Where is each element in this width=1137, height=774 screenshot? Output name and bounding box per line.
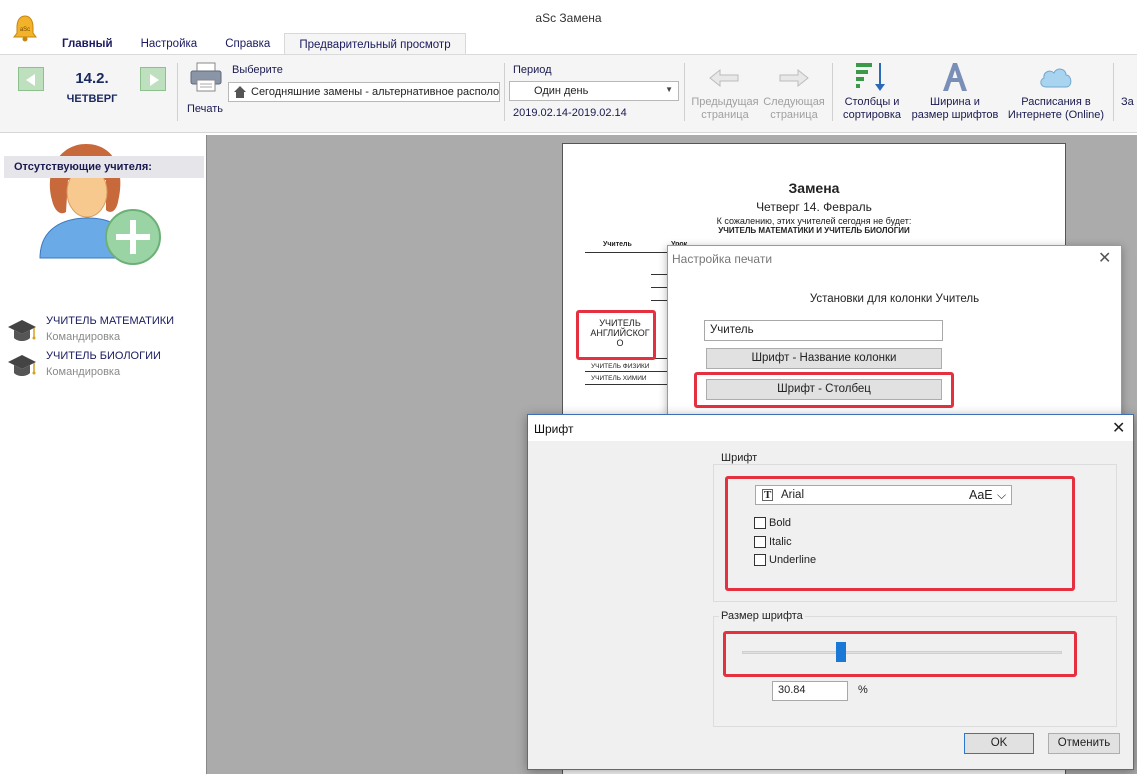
next-page-label-1: Следующая: [763, 96, 825, 108]
font-size-group-label: Размер шрифта: [719, 610, 805, 622]
highlight-size-slider: [723, 631, 1077, 677]
absence-reason: Командировка: [46, 331, 121, 343]
columns-sort-icon: [856, 63, 885, 91]
column-settings-header: Установки для колонки Учитель: [809, 293, 980, 305]
page-absent-list: УЧИТЕЛЬ МАТЕМАТИКИ И УЧИТЕЛЬ БИОЛОГИИ: [718, 226, 910, 235]
page-date: Четверг 14. Февраль: [756, 200, 872, 214]
prev-day-button[interactable]: [18, 67, 44, 91]
page-title: Замена: [788, 180, 840, 196]
online-timetables-button[interactable]: Расписания в Интернете (Online): [1004, 59, 1108, 125]
ribbon: 14.2. ЧЕТВЕРГ Печать Выберите Сегодняшни…: [0, 55, 1137, 133]
page-row-teacher: УЧИТЕЛЬ ХИМИИ: [591, 375, 647, 382]
ribbon-separator: [832, 63, 833, 121]
ok-button[interactable]: OK: [964, 733, 1034, 754]
font-dialog-titlebar: Шрифт ✕: [528, 415, 1133, 441]
current-weekday: ЧЕТВЕРГ: [66, 93, 118, 105]
svg-text:aSc: aSc: [20, 27, 30, 33]
font-group-label: Шрифт: [719, 452, 760, 464]
choose-label: Выберите: [232, 64, 283, 76]
absent-teacher-item[interactable]: УЧИТЕЛЬ БИОЛОГИИ Командировка: [6, 350, 202, 384]
teacher-name: УЧИТЕЛЬ МАТЕМАТИКИ: [46, 315, 175, 327]
absent-teacher-item[interactable]: УЧИТЕЛЬ МАТЕМАТИКИ Командировка: [6, 315, 202, 349]
font-size-field[interactable]: 30.84: [772, 681, 848, 701]
online-label-2: Интернете (Online): [1007, 109, 1105, 121]
prev-page-label-1: Предыдущая: [691, 96, 759, 108]
arrow-left-icon: [709, 68, 739, 88]
page-table-line: [585, 371, 669, 372]
absence-reason: Командировка: [46, 366, 121, 378]
online-label-1: Расписания в: [1021, 96, 1091, 108]
columns-label-2: сортировка: [842, 109, 902, 121]
highlight-teacher-cell: [576, 310, 656, 360]
print-settings-title: Настройка печати: [672, 252, 773, 266]
percent-sign: %: [858, 684, 868, 696]
title-bar: aSc aSc Замена: [0, 0, 1137, 42]
window-title: aSc Замена: [535, 11, 602, 25]
prev-page-label-2: страница: [701, 109, 749, 121]
report-select[interactable]: Сегодняшние замены - альтернативное расп…: [228, 82, 500, 102]
period-range: 2019.02.14-2019.02.14: [513, 107, 627, 119]
ribbon-separator: [177, 63, 178, 121]
highlight-font-group: [725, 476, 1075, 591]
page-table-line: [585, 384, 669, 385]
house-icon: [234, 86, 246, 98]
prev-page-button[interactable]: Предыдущая страница: [690, 63, 760, 125]
graduation-cap-icon: [8, 320, 36, 341]
tab-settings[interactable]: Настройка: [127, 33, 212, 55]
chevron-down-icon: ▼: [665, 85, 673, 94]
ribbon-tabs: Главный Настройка Справка Предварительны…: [48, 33, 466, 55]
font-a-icon: [943, 63, 967, 91]
tab-help[interactable]: Справка: [211, 33, 284, 55]
arrow-left-icon: [26, 74, 35, 86]
width-label-2: размер шрифтов: [911, 109, 999, 121]
cancel-button[interactable]: Отменить: [1048, 733, 1120, 754]
teacher-name: УЧИТЕЛЬ БИОЛОГИИ: [46, 350, 161, 362]
graduation-cap-icon: [8, 355, 36, 376]
report-select-value: Сегодняшние замены - альтернативное расп…: [251, 86, 499, 98]
arrow-right-icon: [150, 74, 159, 86]
ribbon-separator: [684, 63, 685, 121]
ribbon-cut-label[interactable]: За: [1121, 96, 1134, 108]
period-select[interactable]: Один день ▼: [509, 81, 679, 101]
close-icon[interactable]: ✕: [1112, 418, 1125, 438]
highlight-font-column-button: [694, 372, 954, 408]
column-name-field[interactable]: Учитель: [704, 320, 943, 341]
page-table-line: [585, 252, 669, 253]
width-font-size-button[interactable]: Ширина и размер шрифтов: [906, 59, 1004, 125]
print-label: Печать: [187, 103, 224, 115]
next-day-button[interactable]: [140, 67, 166, 91]
page-row-teacher: УЧИТЕЛЬ ФИЗИКИ: [591, 363, 650, 370]
cloud-icon: [1040, 68, 1072, 88]
printer-icon: [190, 62, 222, 92]
arrow-right-icon: [779, 68, 809, 88]
page-column-header: Учитель: [603, 241, 632, 248]
period-select-value: Один день: [534, 85, 589, 97]
columns-sorting-button[interactable]: Столбцы и сортировка: [836, 59, 908, 125]
tab-preview[interactable]: Предварительный просмотр: [284, 33, 466, 55]
font-column-header-button[interactable]: Шрифт - Название колонки: [706, 348, 942, 369]
ribbon-separator: [1113, 63, 1114, 121]
columns-label-1: Столбцы и: [844, 96, 900, 108]
width-label-1: Ширина и: [930, 96, 980, 108]
print-button[interactable]: Печать: [184, 61, 228, 117]
page-note: К сожалению, этих учителей сегодня не бу…: [716, 216, 912, 226]
ribbon-separator: [504, 63, 505, 121]
next-page-label-2: страница: [770, 109, 818, 121]
font-dialog: Шрифт ✕ Шрифт T Arial AaE ⌵ Bold Italic …: [527, 414, 1134, 770]
next-page-button[interactable]: Следующая страница: [760, 63, 828, 125]
tab-main[interactable]: Главный: [48, 33, 127, 55]
current-date: 14.2.: [75, 70, 109, 87]
font-dialog-title: Шрифт: [534, 422, 574, 436]
close-icon[interactable]: ✕: [1098, 248, 1111, 268]
period-label: Период: [513, 64, 552, 76]
absent-teachers-header: Отсутствующие учителя:: [4, 156, 204, 178]
